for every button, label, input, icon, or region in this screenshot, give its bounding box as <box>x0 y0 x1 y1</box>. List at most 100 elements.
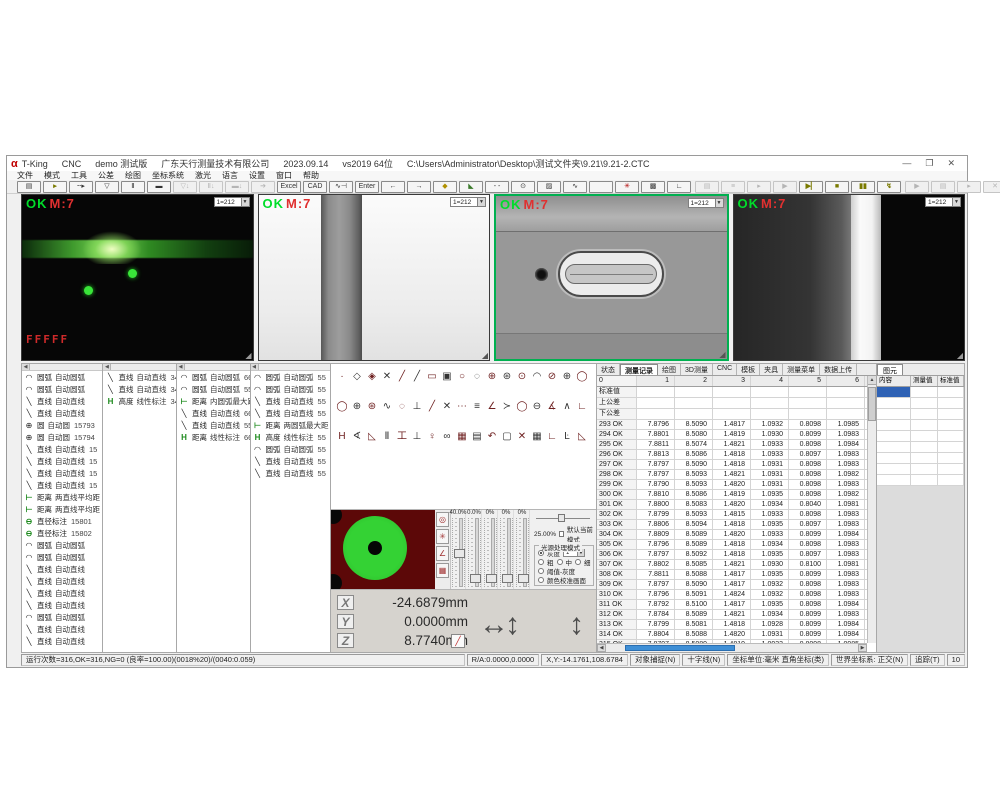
row-label[interactable]: 303 OK <box>597 520 637 529</box>
open-file-button[interactable]: ▸ <box>43 181 67 193</box>
radio-颜色校准画面[interactable] <box>538 577 544 583</box>
scroll-left-icon[interactable]: ◀ <box>251 364 259 370</box>
measure-tool-icon-0-8[interactable]: ○ <box>455 370 469 383</box>
row-label[interactable]: 301 OK <box>597 500 637 509</box>
list-item[interactable]: ╲直线自动直线15 <box>22 443 102 455</box>
detail-cell[interactable] <box>877 409 911 419</box>
measure-tool-icon-2-16[interactable]: ◺ <box>575 430 589 443</box>
magnifier-tool-icon-1[interactable]: ✳ <box>436 529 449 544</box>
slider-thumb[interactable] <box>470 574 481 583</box>
zoom-slider[interactable] <box>536 514 590 522</box>
slider-track[interactable] <box>484 518 497 587</box>
matrix-button[interactable]: ▩ <box>641 181 665 193</box>
menu-item-2[interactable]: 工具 <box>71 170 87 181</box>
list-item[interactable]: ◠圆弧自动圆弧55 <box>177 383 250 395</box>
camera-view-1[interactable]: OKM:7 1=212▼ FFFFF ◢ <box>21 194 254 361</box>
axis-plot-button[interactable]: ╱ <box>451 634 465 648</box>
detail-cell[interactable] <box>877 464 911 474</box>
table-vscrollbar[interactable]: ▲ <box>867 376 876 643</box>
light-button[interactable]: ◆ <box>433 181 457 193</box>
detail-cell[interactable] <box>911 475 938 485</box>
excel-button[interactable]: Excel <box>277 181 301 193</box>
row-label[interactable]: 314 OK <box>597 630 637 639</box>
list-item[interactable]: ╲直线自动直线66 <box>177 407 250 419</box>
measure-tool-icon-2-4[interactable]: 工 <box>395 430 409 443</box>
list-item[interactable]: ◠圆弧自动圆弧66 <box>177 371 250 383</box>
detail-cell[interactable] <box>938 453 964 463</box>
measure-tool-icon-1-14[interactable]: ∡ <box>545 400 559 413</box>
detail-cell[interactable] <box>911 398 938 408</box>
gray-block-button[interactable]: ▬ <box>147 181 171 193</box>
radio-细[interactable] <box>575 559 581 565</box>
menu-item-9[interactable]: 窗口 <box>276 170 292 181</box>
measure-tool-icon-0-12[interactable]: ⊙ <box>515 370 529 383</box>
detail-cell[interactable] <box>938 431 964 441</box>
table-tab-0[interactable]: 状态 <box>597 364 620 375</box>
table-hscrollbar[interactable]: ◀ ▶ <box>597 643 867 652</box>
list-item[interactable]: ⊖直径标注15802 <box>22 527 102 539</box>
measure-tool-icon-2-15[interactable]: Ŀ <box>560 430 574 443</box>
radio-阈值-灰度[interactable] <box>538 568 544 574</box>
detail-cell[interactable] <box>877 420 911 430</box>
slider-track[interactable] <box>516 518 529 587</box>
camera4-lens-select[interactable]: 1=212▼ <box>925 197 961 207</box>
resize-grip-icon[interactable]: ◢ <box>719 350 725 359</box>
save-file-button[interactable]: ▤ <box>17 181 41 193</box>
row-label[interactable]: 295 OK <box>597 440 637 449</box>
measure-tool-icon-2-14[interactable]: ∟ <box>545 430 559 443</box>
measure-tool-icon-0-13[interactable]: ◠ <box>530 370 544 383</box>
curve-button[interactable]: ∿⊣ <box>329 181 353 193</box>
measure-tool-icon-2-0[interactable]: H <box>335 430 349 443</box>
list-item[interactable]: ◠圆弧自动圆弧 <box>22 539 102 551</box>
list-item[interactable]: ╲直线自动直线15 <box>22 479 102 491</box>
list-item[interactable]: ⊢距离两直线平均距 <box>22 503 102 515</box>
table-tab-1[interactable]: 测量记录 <box>620 364 658 375</box>
list-item[interactable]: ╲直线自动直线15 <box>22 455 102 467</box>
resize-grip-icon[interactable]: ◢ <box>482 351 488 360</box>
list-item[interactable]: ⊢距离两圆弧最大距 <box>251 419 330 431</box>
row-label[interactable]: 312 OK <box>597 610 637 619</box>
row-label[interactable]: 298 OK <box>597 470 637 479</box>
measure-tool-icon-1-2[interactable]: ⊛ <box>365 400 379 413</box>
arrow-left-button[interactable]: ← <box>381 181 405 193</box>
slider-track[interactable] <box>468 518 481 587</box>
measure-tool-icon-0-0[interactable]: · <box>335 370 349 383</box>
measure-tool-icon-1-0[interactable]: ◯ <box>335 400 349 413</box>
detail-cell[interactable] <box>911 431 938 441</box>
measure-tool-icon-1-10[interactable]: ∠ <box>485 400 499 413</box>
close-button[interactable]: ✕ <box>947 158 955 169</box>
measure-tool-icon-2-11[interactable]: ▢ <box>500 430 514 443</box>
selected-cell[interactable] <box>877 387 911 397</box>
row-label[interactable]: 304 OK <box>597 530 637 539</box>
list-item[interactable]: ╲直线自动直线 <box>22 407 102 419</box>
cad-button[interactable]: CAD <box>303 181 327 193</box>
measure-tool-icon-0-3[interactable]: ✕ <box>380 370 394 383</box>
radio-灰度[interactable] <box>538 550 544 556</box>
probe-button[interactable]: ▽ <box>95 181 119 193</box>
measure-tool-icon-2-1[interactable]: ∢ <box>350 430 364 443</box>
camera-view-4[interactable]: OKM:7 1=212▼ ◢ <box>733 194 966 361</box>
list-item[interactable]: ╲直线自动直线55 <box>251 395 330 407</box>
z-jog-control[interactable]: ↕ <box>569 610 584 640</box>
menu-item-6[interactable]: 激光 <box>195 170 211 181</box>
scroll-up-icon[interactable]: ▲ <box>868 376 876 385</box>
measure-tool-icon-1-15[interactable]: ∧ <box>560 400 574 413</box>
table-tab-4[interactable]: CNC <box>713 364 737 375</box>
detail-cell[interactable] <box>938 387 964 397</box>
list-item[interactable]: ╲直线自动直线 <box>22 599 102 611</box>
measure-tool-icon-0-5[interactable]: ╱ <box>410 370 424 383</box>
spec-row-label[interactable]: 标准值 <box>597 387 637 397</box>
list-item[interactable]: ◠圆弧自动圆弧 <box>22 551 102 563</box>
row-label[interactable]: 313 OK <box>597 620 637 629</box>
table-tab-7[interactable]: 测量菜单 <box>783 364 820 375</box>
measure-tool-icon-2-7[interactable]: ∞ <box>440 430 454 443</box>
list-item[interactable]: ◠圆弧自动圆弧55 <box>251 371 330 383</box>
list-item[interactable]: ╲直线自动直线 <box>22 587 102 599</box>
list-item[interactable]: ◠圆弧自动圆弧55 <box>251 443 330 455</box>
measure-tool-icon-0-9[interactable]: ◌ <box>470 370 484 383</box>
menu-item-5[interactable]: 坐标系统 <box>152 170 184 181</box>
list-item[interactable]: ╲直线自动直线34 <box>103 383 176 395</box>
scroll-left-icon[interactable]: ◀ <box>597 644 606 652</box>
measure-tool-icon-1-13[interactable]: ⊖ <box>530 400 544 413</box>
status-segment-3[interactable]: 对象捕捉(N) <box>630 654 680 666</box>
